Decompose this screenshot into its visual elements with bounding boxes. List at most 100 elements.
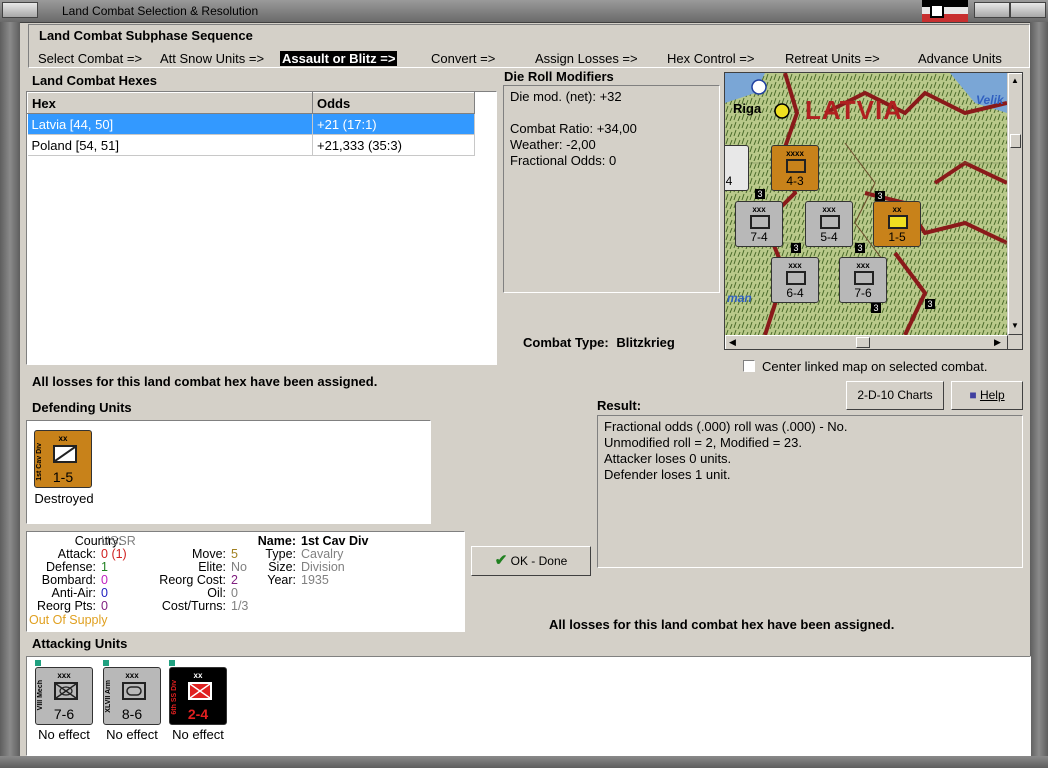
unit-size: xxxx (786, 149, 804, 158)
result-line: Unmodified roll = 2, Modified = 23. (604, 435, 802, 450)
unit-indicator (103, 660, 109, 666)
year-value: 1935 (301, 573, 329, 587)
left-border (0, 22, 20, 768)
unit-strength: 4 (725, 174, 733, 188)
hexes-table-panel: Hex Odds Latvia [44, 50] +21 (17:1) Pola… (26, 91, 497, 365)
right-border (1030, 22, 1048, 768)
attacking-unit-counter[interactable]: xxx XLVII Arm 8-6 (103, 667, 161, 725)
ok-done-label: OK - Done (510, 554, 568, 568)
map-city-label: Riga (733, 101, 762, 116)
help-book-icon: ■ (969, 388, 977, 402)
window-title: Land Combat Selection & Resolution (62, 4, 259, 18)
attack-extra: (1) (111, 547, 127, 561)
result-panel: Fractional odds (.000) roll was (.000) -… (597, 415, 1023, 568)
table-row[interactable]: Latvia [44, 50] +21 (17:1) (27, 113, 475, 135)
minimize-button[interactable] (974, 2, 1010, 18)
unit-type-icon (786, 159, 806, 173)
map-region-label: LATVIA (805, 95, 903, 125)
supply-status: Out Of Supply (29, 613, 108, 627)
losses-status-bottom: All losses for this land combat hex have… (549, 617, 895, 632)
checkmark-icon: ✔ (494, 552, 508, 569)
unit-indicator (169, 660, 175, 666)
hex-cell: Poland [54, 51] (27, 134, 313, 156)
map-vertical-scrollbar[interactable]: ▲ ▼ (1008, 73, 1022, 335)
unit-size: xxx (752, 205, 766, 214)
fire-icon (888, 215, 908, 229)
system-menu-icon[interactable] (2, 2, 38, 18)
unit-status: Destroyed (34, 491, 94, 506)
hex-cell: Latvia [44, 50] (27, 113, 313, 135)
attacking-unit-counter[interactable]: xxx VIII Mech 7-6 (35, 667, 93, 725)
map-unit-counter[interactable]: 4 (725, 145, 749, 191)
mech-infantry-icon (54, 682, 78, 700)
combat-type: Combat Type: Blitzkrieg (523, 335, 675, 350)
hexes-table: Hex Odds Latvia [44, 50] +21 (17:1) Pola… (27, 92, 475, 156)
unit-strength: 1-5 (888, 230, 906, 244)
modifier-line: Die mod. (net): +32 (510, 89, 622, 104)
unit-strength: 1-5 (52, 469, 74, 485)
scroll-left-icon[interactable]: ◀ (729, 337, 736, 348)
help-label: Help (979, 388, 1005, 402)
map-unit-counter[interactable]: xxx 7-4 (735, 201, 783, 247)
stack-count: 3 (871, 303, 881, 313)
scroll-up-icon[interactable]: ▲ (1011, 76, 1019, 85)
subphase-sequence: Land Combat Subphase Sequence Select Com… (28, 24, 1030, 68)
unit-type-icon (750, 215, 770, 229)
odds-cell: +21 (17:1) (312, 113, 475, 135)
step-advance-units: Advance Units (918, 51, 1002, 66)
result-line: Attacker loses 0 units. (604, 451, 732, 466)
stack-count: 3 (755, 189, 765, 199)
scroll-right-icon[interactable]: ▶ (994, 337, 1001, 348)
scroll-thumb[interactable] (856, 337, 870, 348)
unit-strength: 4-3 (786, 174, 804, 188)
unit-type-icon (820, 215, 840, 229)
armor-icon (122, 682, 146, 700)
attacking-title: Attacking Units (32, 636, 128, 651)
center-map-checkbox[interactable] (743, 360, 755, 372)
result-line: Fractional odds (.000) roll was (.000) -… (604, 419, 848, 434)
step-select-combat: Select Combat => (38, 51, 143, 66)
ok-done-button[interactable]: ✔ OK - Done (471, 546, 591, 576)
map-unit-counter[interactable]: xxxx 4-3 (771, 145, 819, 191)
map-unit-counter[interactable]: xxx 5-4 (805, 201, 853, 247)
bottom-border (0, 756, 1048, 768)
charts-button[interactable]: 2-D-10 Charts (846, 381, 944, 410)
col-hex-header[interactable]: Hex (27, 92, 313, 114)
step-convert: Convert => (431, 51, 496, 66)
map-horizontal-scrollbar[interactable]: ◀ ▶ (725, 335, 1008, 349)
close-button[interactable] (1010, 2, 1046, 18)
linked-map[interactable]: Riga LATVIA Velik man xxxx 4-3 xxx 7-4 x… (724, 72, 1023, 350)
attacking-unit-counter[interactable]: xx 6th SS Div 2-4 (169, 667, 227, 725)
result-line: Defender loses 1 unit. (604, 467, 731, 482)
reorgpts-value: 0 (101, 599, 108, 613)
combat-type-value: Blitzkrieg (616, 335, 675, 350)
year-label: Year: (267, 573, 296, 587)
help-button[interactable]: ■ Help (951, 381, 1023, 410)
map-unit-counter[interactable]: xxx 6-4 (771, 257, 819, 303)
defending-title: Defending Units (32, 400, 132, 415)
unit-size: xxx (788, 261, 802, 270)
map-unit-counter[interactable]: xxx 7-6 (839, 257, 887, 303)
stack-count: 3 (925, 299, 935, 309)
reorgpts-label: Reorg Pts: (36, 599, 96, 613)
map-unit-counter[interactable]: xx 1-5 (873, 201, 921, 247)
stack-count: 3 (855, 243, 865, 253)
unit-strength: 6-4 (786, 286, 804, 300)
odds-cell: +21,333 (35:3) (312, 134, 475, 156)
unit-strength: 2-4 (187, 706, 209, 722)
cavalry-icon (53, 445, 77, 463)
unit-size: xx (193, 671, 203, 680)
step-assign-losses: Assign Losses => (535, 51, 638, 66)
col-odds-header[interactable]: Odds (312, 92, 475, 114)
step-assault-or-blitz: Assault or Blitz => (280, 51, 398, 66)
subphase-header: Land Combat Subphase Sequence (39, 28, 253, 43)
modifier-line: Combat Ratio: +34,00 (510, 121, 637, 136)
scroll-down-icon[interactable]: ▼ (1011, 321, 1019, 330)
losses-status-top: All losses for this land combat hex have… (32, 374, 378, 389)
scroll-thumb[interactable] (1010, 134, 1021, 148)
stack-count: 3 (875, 191, 885, 201)
table-row[interactable]: Poland [54, 51] +21,333 (35:3) (27, 134, 475, 156)
unit-strength: 7-6 (53, 706, 75, 722)
defending-unit-counter[interactable]: xx 1st Cav Div 1-5 (34, 430, 92, 488)
result-title: Result: (597, 398, 642, 413)
